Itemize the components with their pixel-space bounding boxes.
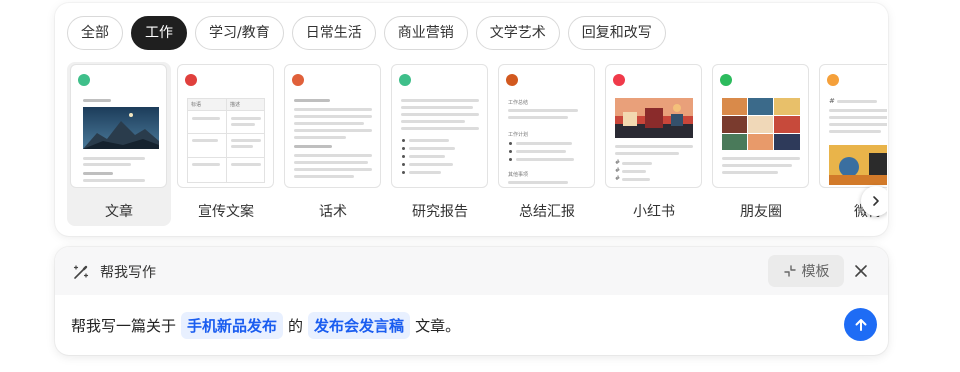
prompt-suffix: 文章。 xyxy=(415,317,461,335)
card-preview: 工作总结 工作计划 其他事项 xyxy=(498,64,595,188)
card-preview xyxy=(391,64,488,188)
type-slot[interactable]: 发布会发言稿 xyxy=(308,312,411,339)
prompt-middle: 的 xyxy=(288,317,304,335)
collapse-icon xyxy=(783,265,796,277)
template-card-article[interactable]: 文章 xyxy=(67,62,171,226)
template-card-research-report[interactable]: 研究报告 xyxy=(388,62,492,226)
category-chips: 全部 工作 学习/教育 日常生活 商业营销 文学艺术 回复和改写 xyxy=(67,16,666,50)
card-label: 总结汇报 xyxy=(519,204,575,220)
mountain-image xyxy=(83,107,159,149)
card-preview xyxy=(284,64,381,188)
prompt-prefix: 帮我写一篇关于 xyxy=(71,317,177,335)
illustration-image xyxy=(829,145,887,185)
template-card-moments[interactable]: 朋友圈 xyxy=(709,62,813,226)
template-panel: 全部 工作 学习/教育 日常生活 商业营销 文学艺术 回复和改写 文章 标语 描… xyxy=(55,3,888,236)
template-card-speech[interactable]: 话术 xyxy=(281,62,385,226)
magic-wand-icon xyxy=(73,265,89,279)
template-button[interactable]: 模板 xyxy=(768,255,844,287)
card-label: 文章 xyxy=(105,204,133,220)
photo-grid-image xyxy=(722,98,800,150)
chip-business-marketing[interactable]: 商业营销 xyxy=(383,16,468,50)
speech-icon xyxy=(292,74,304,86)
card-label: 研究报告 xyxy=(412,204,468,220)
report-icon xyxy=(399,74,411,86)
chip-literature-art[interactable]: 文学艺术 xyxy=(475,16,560,50)
writing-assistant: 帮我写作 模板 帮我写一篇关于 手机新品发布 的 发布会发言稿 文章。 xyxy=(55,247,888,355)
card-label: 宣传文案 xyxy=(198,204,254,220)
summary-icon xyxy=(506,74,518,86)
close-icon[interactable] xyxy=(851,261,871,281)
chip-reply-rewrite[interactable]: 回复和改写 xyxy=(567,16,666,50)
chip-study-education[interactable]: 学习/教育 xyxy=(195,16,284,50)
template-card-ad-copy[interactable]: 标语 描述 宣传文案 xyxy=(174,62,278,226)
arrow-up-icon xyxy=(855,318,866,331)
ad-icon xyxy=(185,74,197,86)
card-label: 朋友圈 xyxy=(740,204,782,220)
template-card-xiaohongshu[interactable]: # # # 小红书 xyxy=(602,62,706,226)
prompt-text[interactable]: 帮我写一篇关于 手机新品发布 的 发布会发言稿 文章。 xyxy=(71,312,460,339)
card-preview: # # # xyxy=(605,64,702,188)
writing-header: 帮我写作 模板 xyxy=(55,247,888,295)
chip-work[interactable]: 工作 xyxy=(131,16,187,50)
send-button[interactable] xyxy=(844,308,877,341)
moments-icon xyxy=(720,74,732,86)
card-preview: 标语 描述 xyxy=(177,64,274,188)
chevron-right-icon xyxy=(873,196,879,206)
article-icon xyxy=(78,74,90,86)
template-button-label: 模板 xyxy=(801,264,830,280)
chip-daily-life[interactable]: 日常生活 xyxy=(291,16,376,50)
card-preview xyxy=(70,64,167,188)
writing-title: 帮我写作 xyxy=(100,265,156,281)
template-cards: 文章 标语 描述 宣传文案 话术 研究报告 工作总结 工作计划 其他事项 总结汇… xyxy=(67,62,887,228)
chip-all[interactable]: 全部 xyxy=(67,16,123,50)
weibo-icon xyxy=(827,74,839,86)
xiaohongshu-icon xyxy=(613,74,625,86)
template-card-summary-report[interactable]: 工作总结 工作计划 其他事项 总结汇报 xyxy=(495,62,599,226)
card-preview xyxy=(712,64,809,188)
card-preview: # xyxy=(819,64,887,188)
card-label: 小红书 xyxy=(633,204,675,220)
painting-image xyxy=(615,98,693,138)
card-label: 话术 xyxy=(319,204,347,220)
next-cards-button[interactable] xyxy=(861,186,887,216)
topic-slot[interactable]: 手机新品发布 xyxy=(181,312,284,339)
